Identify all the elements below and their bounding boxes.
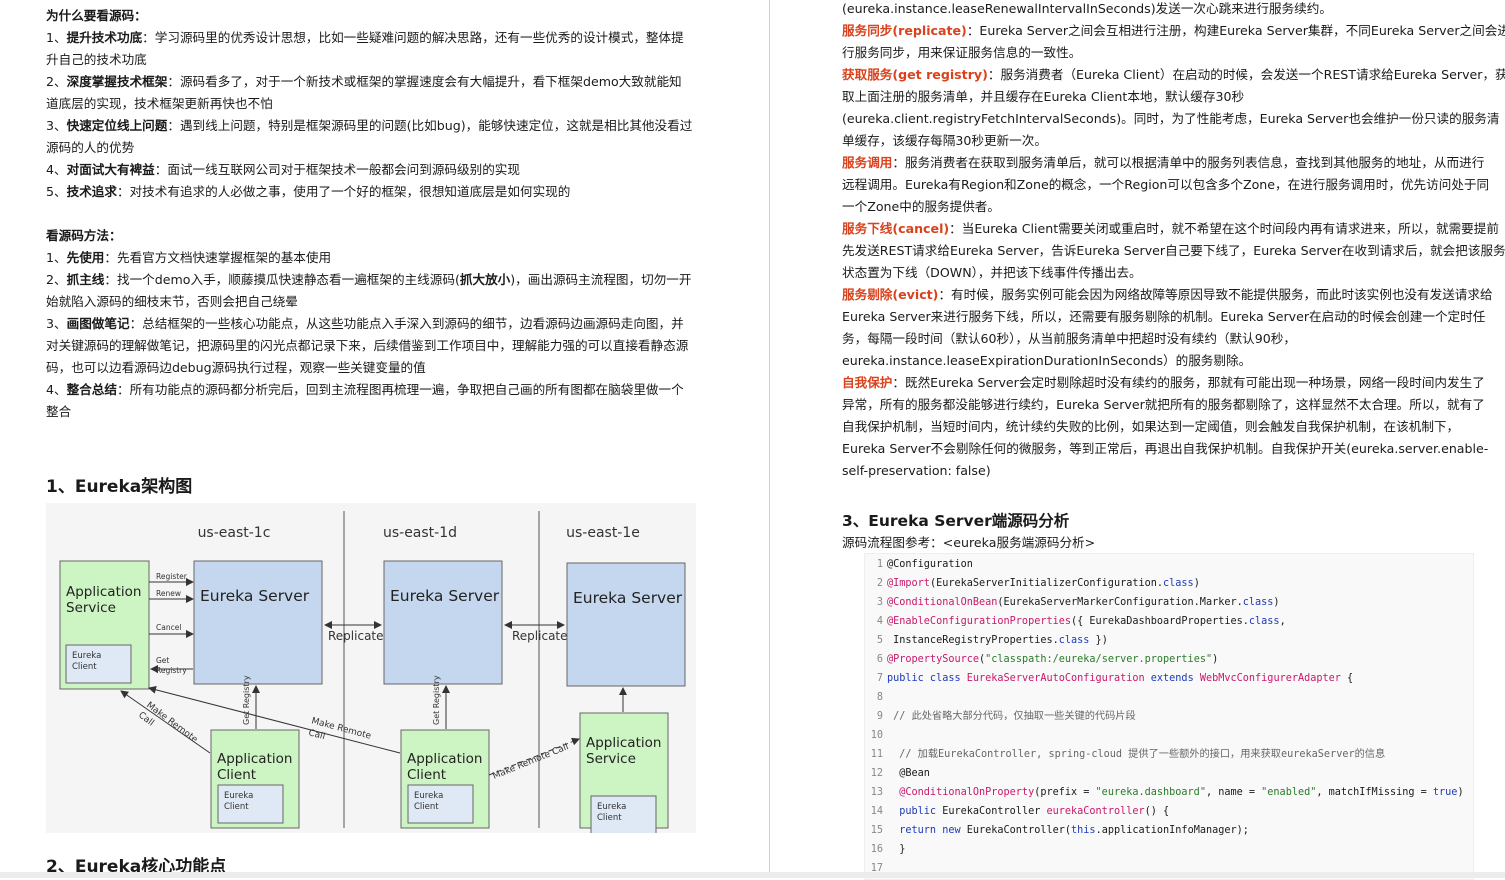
- why-item-3-cont: 源码的人的优势: [46, 140, 135, 155]
- eureka-server-1d-label: Eureka Server: [390, 587, 500, 605]
- evict-para-3: 务，每隔一段时间（默认60秒），从当前服务清单中把超时没有续约（默认90秒，: [842, 331, 1296, 346]
- code-line: 13 @ConditionalOnProperty(prefix = "eure…: [870, 787, 1464, 798]
- cancel-para-1: 服务下线(cancel)：当Eureka Client需要关闭或重启时，就不希望…: [842, 221, 1499, 236]
- eureka-client-1e-l2: Client: [597, 813, 622, 823]
- code-line: 9 // 此处省略大部分代码，仅抽取一些关键的代码片段: [876, 711, 1136, 722]
- horizontal-scrollbar[interactable]: [0, 872, 1505, 878]
- why-title: 为什么要看源码：: [46, 8, 147, 23]
- code-line: 16 }: [870, 844, 906, 855]
- eureka-server-1c: [193, 560, 323, 685]
- app-service-1c-line1: Application: [66, 584, 141, 600]
- label-cancel: Cancel: [156, 623, 181, 632]
- eureka-client-1c-b-l1: Eureka: [224, 791, 253, 801]
- get-para-2: 取上面注册的服务清单，并且缓存在Eureka Client本地，默认缓存30秒: [842, 89, 1245, 104]
- eureka-client-1c-l1: Eureka: [72, 651, 101, 661]
- get-registry-label-2: Get Registry: [432, 675, 441, 725]
- replicate-label-2: Replicate: [512, 629, 568, 643]
- protect-para-1: 自我保护：既然Eureka Server会定时剔除超时没有续约的服务，那就有可能…: [842, 375, 1485, 390]
- cancel-para-2: 先发送REST请求给Eureka Server，告诉Eureka Server自…: [842, 243, 1505, 258]
- lease-renewal-line: (eureka.instance.leaseRenewalIntervalInS…: [842, 1, 1332, 16]
- get-para-3: (eureka.client.registryFetchIntervalSeco…: [842, 111, 1500, 126]
- app-client-1c-line1: Application: [217, 751, 292, 767]
- label-get: Get: [156, 656, 169, 665]
- label-registry: Registry: [156, 666, 187, 675]
- method-item-2: 2、抓主线：找一个demo入手，顺藤摸瓜快速静态看一遍框架的主线源码(抓大放小)…: [46, 272, 692, 287]
- method-title: 看源码方法：: [46, 228, 122, 243]
- app-client-1d-line1: Application: [407, 751, 482, 767]
- app-client-1d-line2: Client: [407, 767, 446, 783]
- why-item-1-cont: 升自己的技术功底: [46, 52, 147, 67]
- region-us-east-1d: us-east-1d: [383, 525, 457, 541]
- eureka-client-1d-l1: Eureka: [414, 791, 443, 801]
- call-para-2: 远程调用。Eureka有Region和Zone的概念，一个Region可以包含多…: [842, 177, 1490, 192]
- method-item-3-cont2: 码，也可以边看源码边debug源码执行过程，观察一些关键变量的值: [46, 360, 426, 375]
- protect-para-3: 自我保护机制，当短时间内，统计续约失败的比例，如果达到一定阈值，则会触发自我保护…: [842, 419, 1460, 434]
- app-client-1c-line2: Client: [217, 767, 256, 783]
- eureka-client-1e-l1: Eureka: [597, 802, 626, 812]
- code-block: 1 @Configuration 2 @Import(EurekaServerIni…: [864, 553, 1474, 880]
- eureka-architecture-diagram: us-east-1c us-east-1d us-east-1e Eureka …: [46, 503, 696, 833]
- code-line: 11 // 加载EurekaController, spring-cloud 提…: [870, 749, 1386, 760]
- method-item-3: 3、画图做笔记：总结框架的一些核心功能点，从这些功能点入手深入到源码的细节，边看…: [46, 316, 684, 331]
- get-para-4: 单缓存，该缓存每隔30秒更新一次。: [842, 133, 1047, 148]
- left-page: 为什么要看源码： 1、提升技术功底：学习源码里的优秀设计思想，比如一些疑难问题的…: [0, 0, 768, 878]
- evict-para-1: 服务剔除(evict)：有时候，服务实例可能会因为网络故障等原因导致不能提供服务…: [842, 287, 1493, 302]
- replicate-label-1: Replicate: [328, 629, 384, 643]
- evict-para-4: eureka.instance.leaseExpirationDurationI…: [842, 353, 1252, 368]
- eureka-server-1d: [383, 560, 503, 685]
- app-service-1c-line2: Service: [66, 600, 116, 616]
- app-service-1e-line1: Application: [586, 735, 661, 751]
- eureka-server-1c-label: Eureka Server: [200, 587, 310, 605]
- code-line: 7 public class EurekaServerAutoConfigurat…: [876, 673, 1354, 684]
- code-line: 12 @Bean: [870, 768, 930, 779]
- code-line: 10: [870, 730, 883, 741]
- method-item-2-cont: 始就陷入源码的细枝末节，否则会把自己绕晕: [46, 294, 298, 309]
- code-line: 5 InstanceRegistryProperties.class }): [876, 635, 1108, 646]
- code-line: 2 @Import(EurekaServerInitializerConfigur…: [876, 578, 1200, 589]
- cancel-para-3: 状态置为下线（DOWN），并把该下线事件传播出去。: [842, 265, 1142, 280]
- protect-para-5: self-preservation: false): [842, 463, 991, 478]
- eureka-server-1e: [566, 562, 686, 687]
- code-line: 4 @EnableConfigurationProperties({ Eureka…: [876, 616, 1286, 627]
- why-item-5: 5、技术追求：对技术有追求的人必做之事，使用了一个好的框架，很想知道底层是如何实…: [46, 184, 571, 199]
- code-line: 8: [876, 692, 883, 703]
- label-register: Register: [156, 572, 188, 581]
- eureka-server-1e-label: Eureka Server: [573, 589, 683, 607]
- method-item-1: 1、先使用：先看官方文档快速掌握框架的基本使用: [46, 250, 332, 265]
- why-item-2-cont: 道底层的实现，技术框架更新再快也不怕: [46, 96, 273, 111]
- evict-para-2: Eureka Server来进行服务下线，所以，还需要有服务剔除的机制。Eure…: [842, 309, 1486, 324]
- eureka-client-1c-b-l2: Client: [224, 802, 249, 812]
- region-us-east-1c: us-east-1c: [198, 525, 271, 541]
- why-item-3: 3、快速定位线上问题：遇到线上问题，特别是框架源码里的问题(比如bug)，能够快…: [46, 118, 693, 133]
- protect-para-4: Eureka Server不会剔除任何的微服务，等到正常后，再退出自我保护机制。…: [842, 441, 1489, 456]
- method-item-4-cont: 整合: [46, 404, 72, 419]
- sync-para-2: 行服务同步，用来保证服务信息的一致性。: [842, 45, 1082, 60]
- label-renew: Renew: [156, 589, 181, 598]
- eureka-client-1d-l2: Client: [414, 802, 439, 812]
- protect-para-2: 异常，所有的服务都没能够进行续约，Eureka Server就把所有的服务都剔除…: [842, 397, 1485, 412]
- call-para-1: 服务调用：服务消费者在获取到服务清单后，就可以根据清单中的服务列表信息，查找到其…: [842, 155, 1485, 170]
- sync-para-1: 服务同步(replicate)：Eureka Server之间会互相进行注册，构…: [842, 23, 1505, 38]
- why-item-2: 2、深度掌握技术框架：源码看多了，对于一个新技术或框架的掌握速度会有大幅提升，看…: [46, 74, 682, 89]
- code-line: 6 @PropertySource("classpath:/eureka/serv…: [876, 654, 1219, 665]
- get-registry-label-1: Get Registry: [242, 675, 251, 725]
- code-line: 1 @Configuration: [876, 559, 973, 570]
- eureka-client-1c-l2: Client: [72, 662, 97, 672]
- method-item-3-cont: 对关键源码的理解做笔记，把源码里的闪光点都记录下来，后续借鉴到工作项目中，理解能…: [46, 338, 689, 353]
- section-3-heading: 3、Eureka Server端源码分析: [842, 512, 1070, 530]
- get-para-1: 获取服务(get registry)：服务消费者（Eureka Client）在…: [842, 67, 1505, 82]
- region-us-east-1e: us-east-1e: [566, 525, 640, 541]
- section-1-heading: 1、Eureka架构图: [46, 477, 193, 497]
- code-line: 3 @ConditionalOnBean(EurekaServerMarkerCo…: [876, 597, 1280, 608]
- call-para-3: 一个Zone中的服务提供者。: [842, 199, 1000, 214]
- code-line: 14 public EurekaController eurekaControl…: [870, 806, 1170, 817]
- method-item-4: 4、整合总结：所有功能点的源码都分析完后，回到主流程图再梳理一遍，争取把自己画的…: [46, 382, 684, 397]
- why-item-4: 4、对面试大有裨益：面试一线互联网公司对于框架技术一般都会问到源码级别的实现: [46, 162, 520, 177]
- source-flow-reference: 源码流程图参考：<eureka服务端源码分析>: [842, 535, 1096, 550]
- why-item-1: 1、提升技术功底：学习源码里的优秀设计思想，比如一些疑难问题的解决思路，还有一些…: [46, 30, 684, 45]
- app-service-1e-line2: Service: [586, 751, 636, 767]
- code-line: 15 return new EurekaController(this.appl…: [870, 825, 1249, 836]
